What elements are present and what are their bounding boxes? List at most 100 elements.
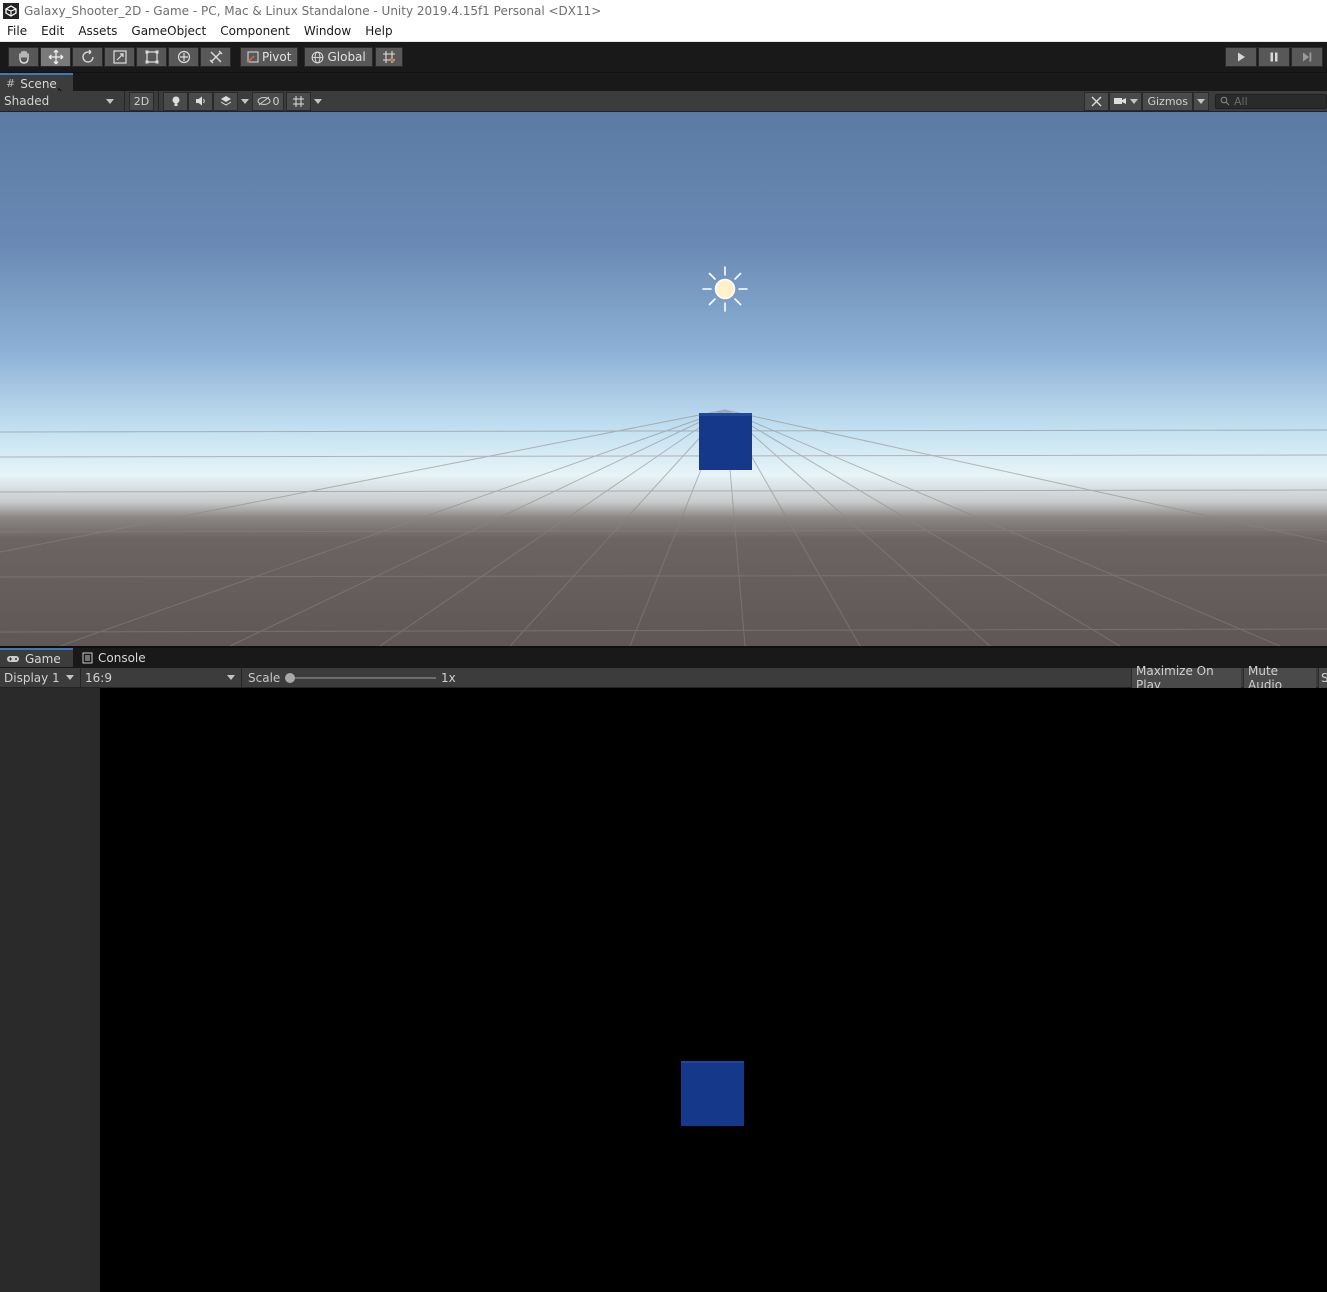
draw-mode-dropdown[interactable]: Shaded [0, 91, 120, 112]
chevron-down-icon [241, 98, 249, 104]
rect-tool-button[interactable] [136, 47, 167, 67]
unity-logo-icon [3, 2, 19, 19]
rotate-icon [81, 49, 94, 63]
chevron-down-icon [227, 675, 235, 680]
pivot-icon [247, 51, 259, 63]
gizmos-options-dropdown[interactable] [1193, 91, 1209, 111]
maximize-on-play-toggle[interactable]: Maximize On Play [1131, 664, 1241, 692]
main-toolbar: Pivot Global [0, 42, 1327, 72]
stats-toggle[interactable]: S [1318, 668, 1327, 688]
directional-light-sun-icon[interactable] [701, 265, 749, 313]
gizmos-label: Gizmos [1147, 94, 1188, 108]
menu-help[interactable]: Help [358, 21, 399, 42]
menu-component[interactable]: Component [213, 21, 297, 42]
menu-window[interactable]: Window [297, 21, 358, 42]
transform-icon [177, 50, 190, 64]
camera-icon [1114, 98, 1127, 104]
display-dropdown[interactable]: Display 1 [0, 667, 80, 688]
custom-tool-button[interactable] [200, 47, 231, 67]
console-tab-label: Console [98, 650, 146, 665]
scene-tab-bar: # Scene [0, 72, 1327, 106]
2d-label: 2D [133, 94, 150, 108]
transform-tools [8, 47, 231, 67]
separator [241, 667, 242, 688]
game-cube [681, 1061, 744, 1126]
stats-label: S [1321, 671, 1327, 685]
gamepad-icon [7, 655, 19, 662]
separator [158, 90, 159, 112]
speaker-icon [195, 96, 205, 106]
hidden-count: 0 [272, 94, 280, 108]
tools-icon [209, 50, 222, 64]
transform-tool-button[interactable] [168, 47, 199, 67]
layers-icon [220, 96, 231, 106]
step-icon [1303, 52, 1312, 62]
audio-toggle[interactable] [188, 91, 213, 111]
play-icon [1238, 52, 1245, 62]
move-tool-button[interactable] [40, 47, 71, 67]
scale-value: 1x [441, 671, 456, 685]
gizmos-dropdown[interactable]: Gizmos [1142, 91, 1193, 111]
scene-tools-button[interactable] [1084, 91, 1110, 111]
game-toolbar: Display 1 16:9 Scale [0, 667, 1327, 688]
rect-icon [145, 50, 158, 64]
draw-mode-value: Shaded [4, 94, 50, 108]
step-button[interactable] [1291, 47, 1323, 67]
scale-icon [112, 50, 127, 64]
rotate-tool-button[interactable] [72, 47, 103, 67]
chevron-down-icon [314, 98, 322, 104]
grid-snap-icon [382, 51, 395, 63]
global-toggle[interactable]: Global [304, 47, 373, 67]
effects-toggle[interactable] [213, 91, 238, 111]
chevron-down-icon [1130, 98, 1139, 104]
lightbulb-icon [172, 96, 179, 106]
tab-game[interactable]: Game [0, 648, 73, 667]
menu-file[interactable]: File [0, 21, 34, 42]
play-controls [1225, 47, 1323, 67]
game-viewport[interactable] [100, 688, 1327, 1292]
scene-visibility-toggle[interactable]: 0 [252, 91, 284, 111]
scale-slider-track[interactable] [290, 677, 436, 679]
pause-button[interactable] [1258, 47, 1290, 67]
mute-audio-toggle[interactable]: Mute Audio [1243, 664, 1316, 692]
global-label: Global [327, 50, 366, 64]
pivot-label: Pivot [262, 50, 292, 64]
menu-edit[interactable]: Edit [34, 21, 71, 42]
grid-dropdown[interactable] [311, 91, 325, 111]
scene-cube[interactable] [699, 413, 752, 470]
lighting-toggle[interactable] [163, 91, 188, 111]
scene-grid-overlay [0, 409, 1327, 646]
aspect-value: 16:9 [85, 670, 112, 685]
grid-icon [293, 95, 304, 107]
game-tab-bar: Game Console [0, 646, 1327, 668]
scale-slider-thumb[interactable] [285, 673, 295, 683]
game-tab-label: Game [25, 651, 61, 666]
scene-tab-label: Scene [20, 76, 57, 91]
window-title: Galaxy_Shooter_2D - Game - PC, Mac & Lin… [24, 3, 602, 18]
effects-dropdown[interactable] [238, 91, 252, 111]
grid-toggle[interactable] [286, 91, 311, 111]
search-placeholder: All [1234, 94, 1248, 108]
hand-tool-button[interactable] [8, 47, 39, 67]
scale-tool-button[interactable] [104, 47, 135, 67]
grid-snap-button[interactable] [374, 47, 403, 67]
play-button[interactable] [1225, 47, 1257, 67]
2d-toggle[interactable]: 2D [129, 91, 154, 111]
separator [124, 90, 125, 112]
scene-cube-top-face [699, 413, 752, 416]
menu-gameobject[interactable]: GameObject [124, 21, 213, 42]
pause-icon [1270, 52, 1278, 62]
camera-settings-dropdown[interactable] [1109, 91, 1143, 111]
aspect-dropdown[interactable]: 16:9 [81, 667, 241, 688]
pivot-toggle[interactable]: Pivot [240, 47, 299, 67]
globe-icon [312, 51, 324, 63]
scene-grid-icon: # [6, 77, 16, 90]
chevron-down-icon [106, 98, 114, 104]
scene-viewport[interactable] [0, 112, 1327, 646]
chevron-down-icon [1197, 98, 1205, 104]
move-icon [48, 49, 63, 65]
tab-console[interactable]: Console [76, 648, 154, 667]
menu-assets[interactable]: Assets [71, 21, 124, 42]
hierarchy-search-input[interactable]: All [1215, 93, 1327, 109]
hand-icon [18, 50, 29, 64]
